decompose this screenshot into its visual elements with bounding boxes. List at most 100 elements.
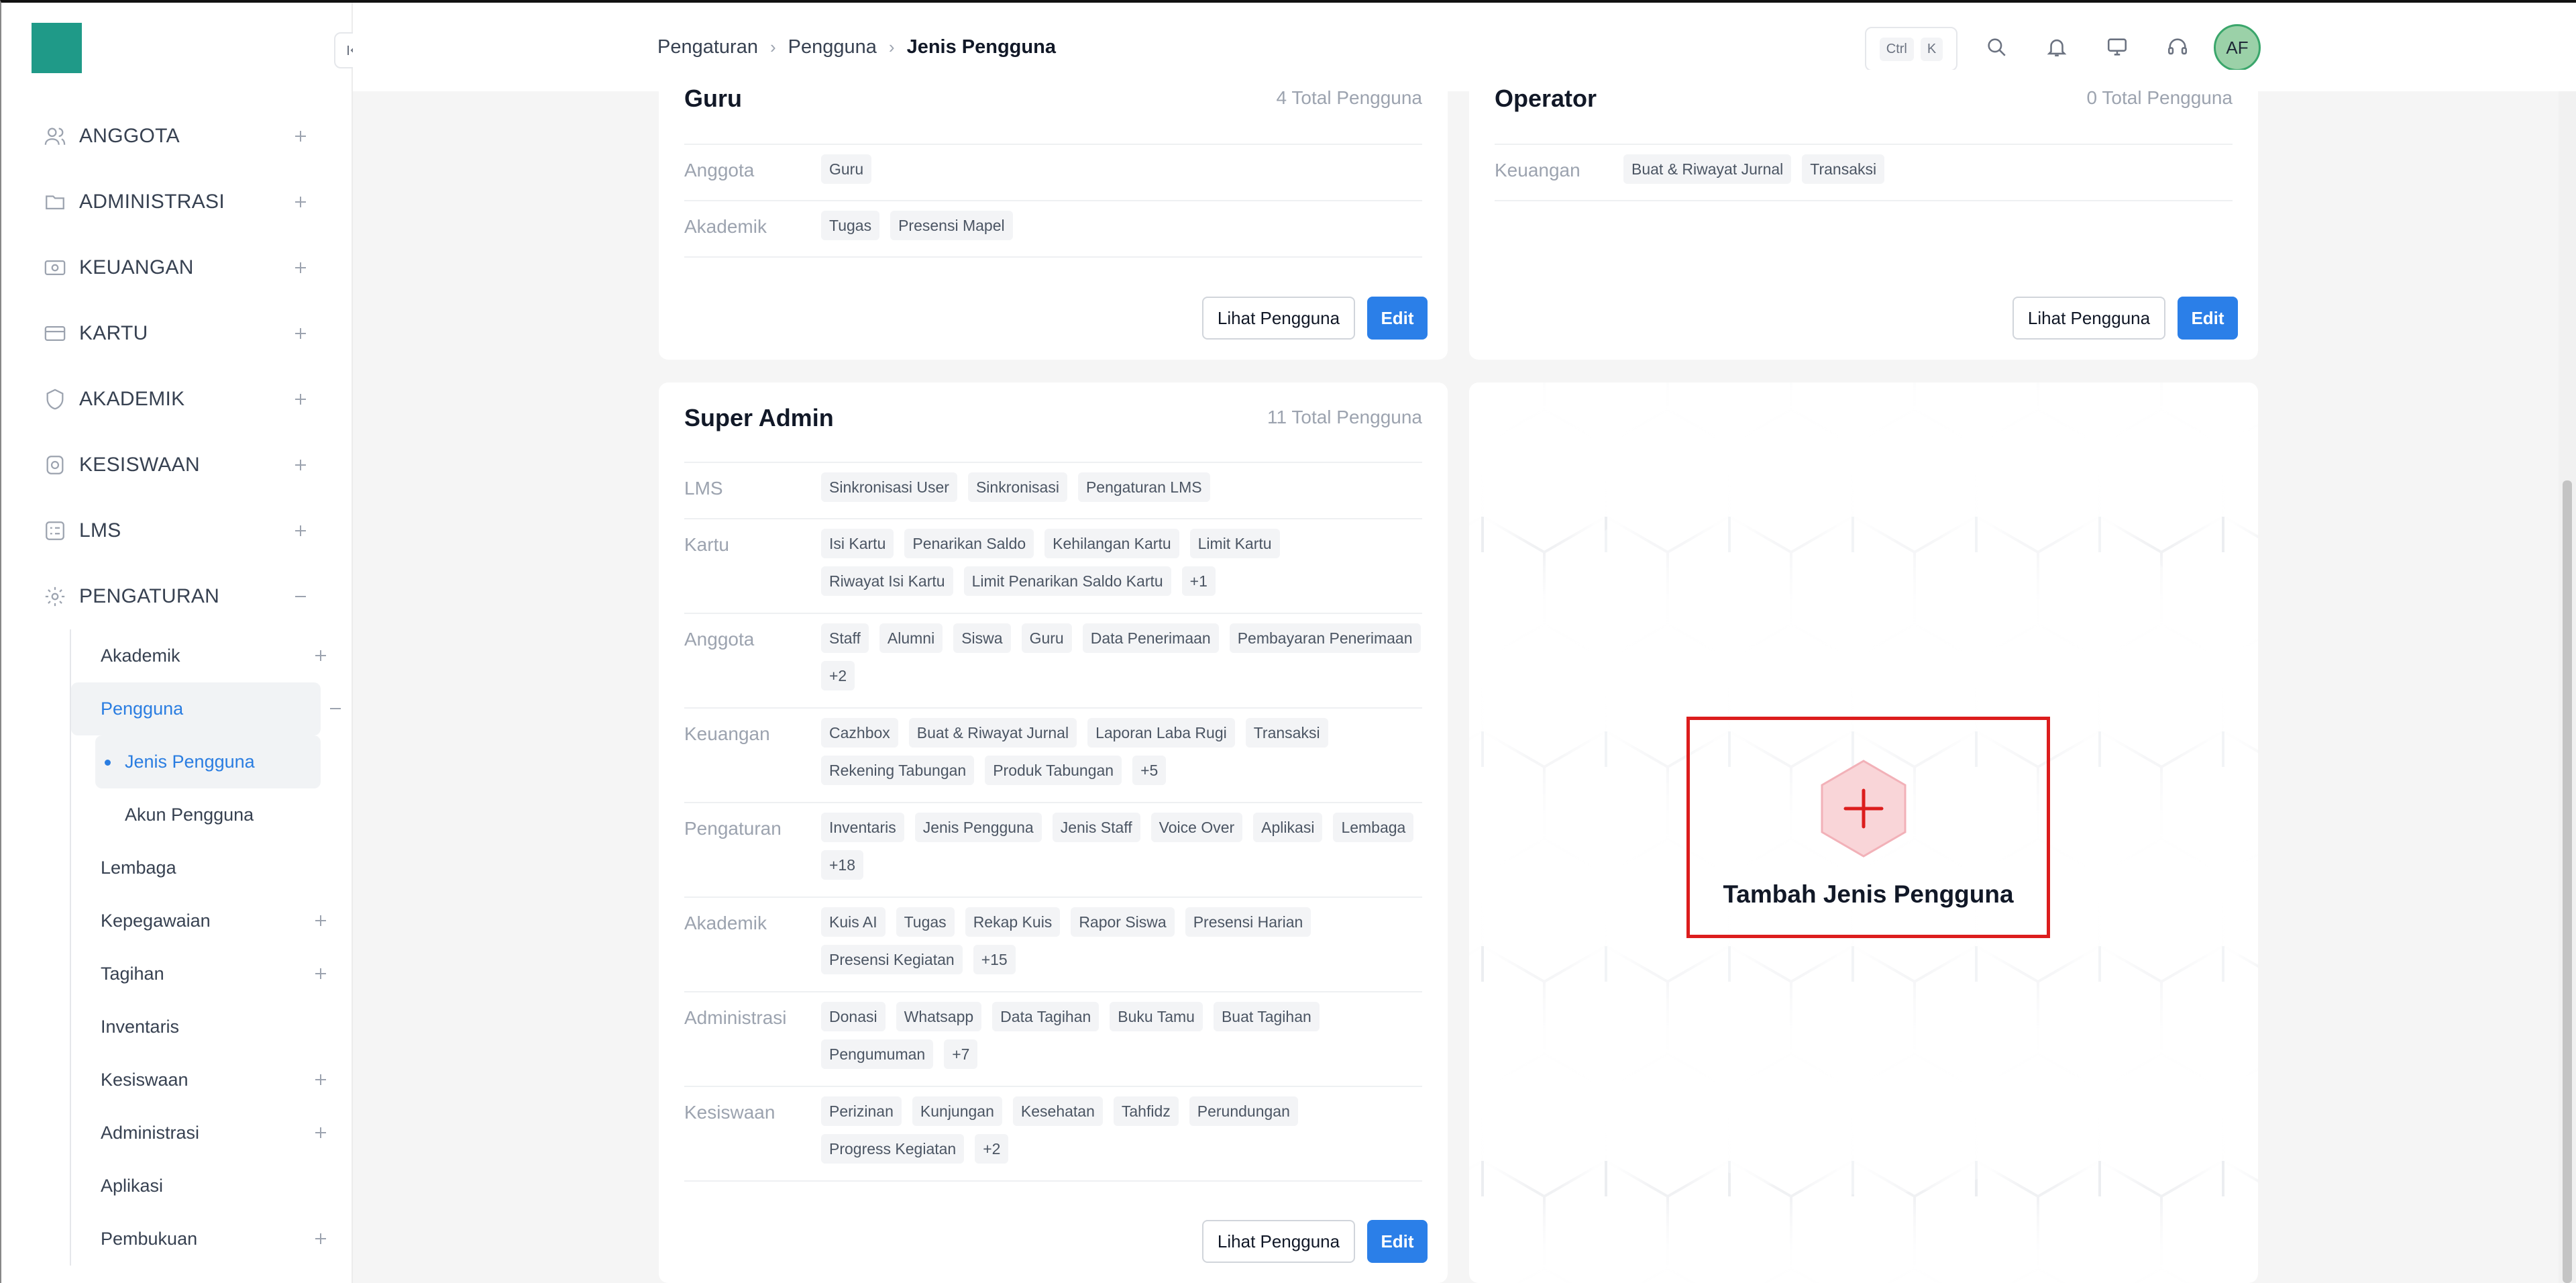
sidebar-item-label: KESISWAAN	[79, 454, 200, 476]
sidebar-item-anggota[interactable]: ANGGOTA	[1, 103, 353, 169]
perm-chip: Tugas	[821, 211, 880, 240]
perm-chip: Rekap Kuis	[965, 907, 1061, 937]
card-super-admin: Super Admin 11 Total Pengguna LMS Sinkro…	[659, 382, 1448, 1283]
perm-label: Anggota	[684, 160, 755, 181]
bell-icon[interactable]	[2043, 34, 2070, 60]
edit-button[interactable]: Edit	[1367, 1220, 1428, 1263]
search-icon[interactable]	[1983, 34, 2010, 60]
chevron-right-icon: ›	[769, 37, 776, 57]
perm-chip: Jenis Pengguna	[914, 813, 1042, 842]
chip-list: Tugas Presensi Mapel	[821, 211, 1422, 240]
lihat-pengguna-button[interactable]: Lihat Pengguna	[1202, 297, 1355, 340]
perm-chip: Perundungan	[1189, 1096, 1298, 1126]
perm-chip: Kesehatan	[1012, 1096, 1103, 1126]
expand-icon[interactable]	[290, 521, 310, 541]
sidebar-item-akademik[interactable]: AKADEMIK	[1, 366, 353, 432]
sidebar-item-label: Akademik	[101, 646, 180, 666]
pengaturan-submenu: Akademik Pengguna Jenis Pengguna Akun Pe…	[70, 629, 353, 1266]
perm-chip: Whatsapp	[896, 1002, 982, 1031]
avatar[interactable]: AF	[2214, 24, 2261, 71]
sidebar-item-kepegawaian[interactable]: Kepegawaian	[71, 894, 353, 947]
expand-icon[interactable]	[290, 126, 310, 146]
sidebar-item-keuangan[interactable]: KEUANGAN	[1, 235, 353, 301]
brand-logo[interactable]	[32, 23, 82, 73]
app-window: ANGGOTA ADMINISTRASI KEUANGAN KARTU AKAD	[0, 0, 2576, 1283]
breadcrumb-pengguna[interactable]: Pengguna	[788, 36, 877, 58]
card-count: 4 Total Pengguna	[1276, 87, 1422, 108]
folder-icon	[43, 190, 67, 214]
perm-row: Keuangan Cazhbox Buat & Riwayat Jurnal L…	[684, 709, 1422, 803]
expand-icon[interactable]	[290, 258, 310, 278]
lihat-pengguna-button[interactable]: Lihat Pengguna	[1202, 1220, 1355, 1263]
more-chip[interactable]: +1	[1181, 566, 1216, 596]
sidebar-item-pembukuan[interactable]: Pembukuan	[71, 1213, 353, 1266]
more-chip[interactable]: +5	[1132, 756, 1167, 785]
kbd-ctrl: Ctrl	[1879, 37, 1914, 61]
perm-label: LMS	[684, 478, 723, 499]
card-operator: Operator 0 Total Pengguna Keuangan Buat …	[1469, 70, 2258, 360]
headset-icon[interactable]	[2164, 34, 2191, 60]
student-icon	[43, 453, 67, 477]
scrollbar-thumb[interactable]	[2563, 480, 2572, 1283]
perm-chip: Laporan Laba Rugi	[1087, 718, 1235, 748]
perm-row: Keuangan Buat & Riwayat Jurnal Transaksi	[1495, 145, 2233, 201]
expand-icon[interactable]	[290, 455, 310, 475]
more-chip[interactable]: +2	[975, 1134, 1009, 1164]
sidebar-item-pengguna[interactable]: Pengguna	[71, 682, 341, 735]
more-chip[interactable]: +18	[821, 850, 864, 880]
sidebar-item-label: KARTU	[79, 322, 148, 344]
more-chip[interactable]: +2	[821, 661, 855, 690]
expand-icon[interactable]	[290, 192, 310, 212]
sidebar-item-akademik-sub[interactable]: Akademik	[71, 629, 353, 682]
edit-button[interactable]: Edit	[2178, 297, 2238, 340]
sidebar-item-akun-pengguna[interactable]: Akun Pengguna	[95, 788, 353, 841]
sidebar-item-kartu[interactable]: KARTU	[1, 301, 353, 366]
sidebar-item-jenis-pengguna[interactable]: Jenis Pengguna	[95, 735, 321, 788]
perm-chip: Donasi	[821, 1002, 885, 1031]
sidebar-item-administrasi-sub[interactable]: Administrasi	[71, 1107, 353, 1160]
command-palette-button[interactable]: Ctrl K	[1865, 27, 1957, 71]
sidebar-item-label: ANGGOTA	[79, 125, 180, 147]
sidebar-item-label: KEUANGAN	[79, 256, 194, 278]
sidebar-item-lms[interactable]: LMS	[1, 498, 353, 564]
add-user-type-card[interactable]: Tambah Jenis Pengguna	[1469, 382, 2258, 1283]
perm-chip: Data Tagihan	[992, 1002, 1099, 1031]
checklist-icon	[43, 519, 67, 543]
perm-row: Akademik Kuis AI Tugas Rekap Kuis Rapor …	[684, 898, 1422, 992]
perm-chip: Isi Kartu	[821, 529, 894, 558]
sidebar-item-kesiswaan[interactable]: KESISWAAN	[1, 432, 353, 498]
perm-chip: Buat & Riwayat Jurnal	[1623, 154, 1792, 184]
breadcrumb-pengaturan[interactable]: Pengaturan	[657, 36, 758, 58]
perm-chip: Buat Tagihan	[1213, 1002, 1320, 1031]
sidebar-item-label: Jenis Pengguna	[125, 752, 255, 772]
perm-chip: Perizinan	[821, 1096, 902, 1126]
lihat-pengguna-button[interactable]: Lihat Pengguna	[2012, 297, 2165, 340]
perm-chip: Transaksi	[1245, 718, 1328, 748]
card-count: 11 Total Pengguna	[1267, 407, 1422, 427]
perm-row: Kartu Isi Kartu Penarikan Saldo Kehilang…	[684, 519, 1422, 614]
sidebar-item-inventaris[interactable]: Inventaris	[71, 1000, 353, 1054]
sidebar-item-lembaga[interactable]: Lembaga	[71, 841, 353, 894]
sidebar-item-pengaturan[interactable]: PENGATURAN	[1, 564, 353, 629]
perm-chip: Produk Tabungan	[985, 756, 1122, 785]
sidebar-item-tagihan[interactable]: Tagihan	[71, 947, 353, 1000]
sidebar-item-kesiswaan-sub[interactable]: Kesiswaan	[71, 1054, 353, 1107]
more-chip[interactable]: +7	[944, 1039, 978, 1069]
chip-list: Staff Alumni Siswa Guru Data Penerimaan …	[821, 623, 1422, 690]
perm-chip: Buku Tamu	[1110, 1002, 1203, 1031]
kbd-k: K	[1920, 37, 1943, 61]
perm-chip: Limit Kartu	[1189, 529, 1280, 558]
perm-label: Akademik	[684, 913, 767, 933]
perm-chip: Siswa	[953, 623, 1011, 653]
card-guru: Guru 4 Total Pengguna Anggota Guru Akade…	[659, 70, 1448, 360]
sidebar-item-aplikasi[interactable]: Aplikasi	[71, 1160, 353, 1213]
sidebar-item-administrasi[interactable]: ADMINISTRASI	[1, 169, 353, 235]
more-chip[interactable]: +15	[973, 945, 1016, 974]
expand-icon[interactable]	[290, 323, 310, 344]
perm-label: Kesiswaan	[684, 1102, 775, 1123]
monitor-icon[interactable]	[2104, 34, 2131, 60]
perm-row: Anggota Guru	[684, 145, 1422, 201]
expand-icon[interactable]	[290, 389, 310, 409]
edit-button[interactable]: Edit	[1367, 297, 1428, 340]
collapse-icon[interactable]	[290, 586, 310, 607]
